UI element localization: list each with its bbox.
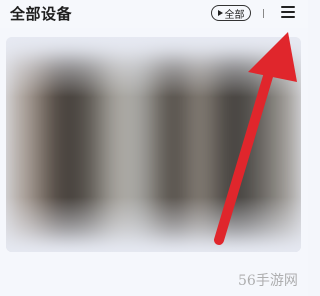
app-header: 全部设备 全部 — [0, 0, 308, 28]
preview-fade-bottom — [6, 197, 301, 252]
play-triangle-icon — [217, 10, 223, 16]
header-divider — [263, 9, 264, 18]
camera-device-card[interactable] — [6, 37, 301, 252]
hamburger-menu-icon[interactable] — [280, 4, 296, 20]
page-title: 全部设备 — [10, 5, 73, 23]
filter-label: 全部 — [224, 9, 245, 21]
watermark: 56手游网 — [238, 273, 298, 289]
preview-fade-top — [6, 37, 301, 97]
device-filter-button[interactable]: 全部 — [211, 5, 251, 21]
device-list-screen: 全部设备 全部 56手游网 — [0, 0, 308, 296]
